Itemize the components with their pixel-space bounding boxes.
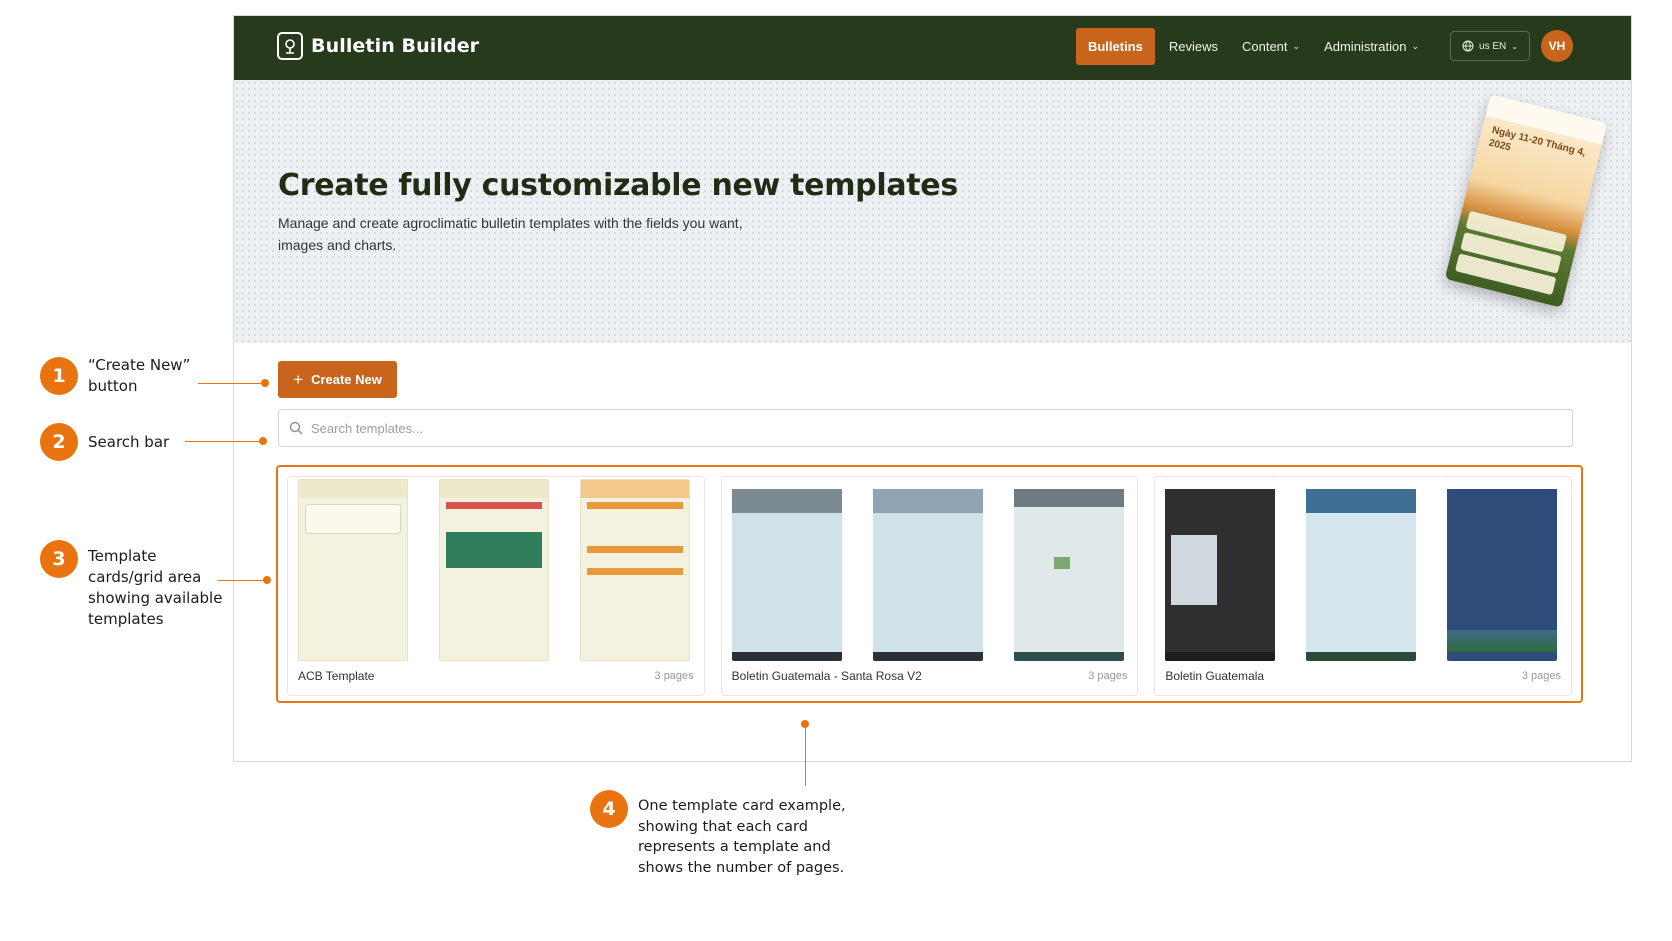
brand[interactable]: Bulletin Builder [277,32,479,60]
main-nav: Bulletins Reviews Content ⌄ Administratio… [1075,28,1429,65]
nav-administration[interactable]: Administration ⌄ [1314,28,1429,65]
template-thumbnails [1165,479,1558,661]
annotation-dot [263,576,271,584]
top-navbar: Bulletin Builder Bulletins Reviews Conte… [234,16,1631,80]
bulletin-poster-image: Ngày 11-20 Tháng 4, 2025 [1444,94,1608,308]
brand-name: Bulletin Builder [311,35,480,57]
nav-content-label: Content [1241,39,1288,54]
page-thumbnail [298,479,408,661]
annotation-text: Template cards/grid area showing availab… [88,547,223,628]
annotation-line [198,383,265,384]
globe-icon [1462,40,1474,52]
page-thumbnail [439,479,549,661]
annotation-badge: 3 [40,540,78,578]
page-thumbnail [1306,479,1417,661]
page-title: Create fully customizable new templates [278,168,958,203]
template-thumbnails [731,479,1124,661]
annotation-text: “Create New” button [88,356,191,395]
template-name: Boletin Guatemala - Santa Rosa V2 [731,669,922,683]
page-subtitle: Manage and create agroclimatic bulletin … [278,215,743,253]
hero-banner: Create fully customizable new templates … [234,80,1631,343]
app-window: Bulletin Builder Bulletins Reviews Conte… [233,15,1632,762]
page-thumbnail [1013,479,1124,661]
language-selector[interactable]: us EN ⌄ [1450,31,1530,61]
page-thumbnail [1165,479,1276,661]
create-new-button[interactable]: + Create New [278,361,397,398]
annotation-line [185,441,263,442]
annotation-text: One template card example, showing that … [638,798,846,876]
annotation-text: Search bar [88,433,170,451]
chevron-down-icon: ⌄ [1292,41,1301,51]
page-thumbnail [731,479,842,661]
chevron-down-icon: ⌄ [1511,41,1518,51]
annotation-badge: 1 [40,357,78,395]
template-card[interactable]: Boletin Guatemala - Santa Rosa V2 3 page… [720,476,1139,696]
template-thumbnails [298,479,690,661]
template-pages: 3 pages [1088,670,1128,682]
template-name: ACB Template [298,669,375,683]
page-thumbnail [1447,479,1558,661]
template-card[interactable]: Boletin Guatemala 3 pages [1154,476,1573,696]
avatar[interactable]: VH [1541,30,1573,62]
nav-content[interactable]: Content ⌄ [1232,28,1310,65]
nav-administration-label: Administration [1324,39,1407,54]
create-new-label: Create New [311,372,382,387]
annotation-badge: 2 [40,423,78,461]
page-thumbnail [872,479,983,661]
plus-icon: + [293,369,304,389]
annotation-line [805,724,806,786]
template-grid: ACB Template 3 pages Boletin Guatemala -… [276,465,1583,703]
search-input[interactable] [311,420,1511,436]
nav-bulletins[interactable]: Bulletins [1075,28,1155,65]
template-card[interactable]: ACB Template 3 pages [287,476,705,696]
annotation-dot [261,379,269,387]
annotation-badge: 4 [590,790,628,828]
nav-reviews[interactable]: Reviews [1159,28,1228,65]
search-icon [289,421,303,435]
bulletin-logo-icon [277,32,303,60]
annotation-dot [259,437,267,445]
nav-bulletins-label: Bulletins [1087,39,1143,54]
template-name: Boletin Guatemala [1165,669,1265,683]
nav-reviews-label: Reviews [1168,39,1218,54]
template-pages: 3 pages [654,670,694,682]
chevron-down-icon: ⌄ [1411,41,1419,51]
language-label: us EN [1479,40,1507,52]
template-pages: 3 pages [1521,670,1562,682]
annotation-line [218,580,268,581]
search-bar[interactable] [278,409,1573,447]
page-thumbnail [580,479,690,661]
